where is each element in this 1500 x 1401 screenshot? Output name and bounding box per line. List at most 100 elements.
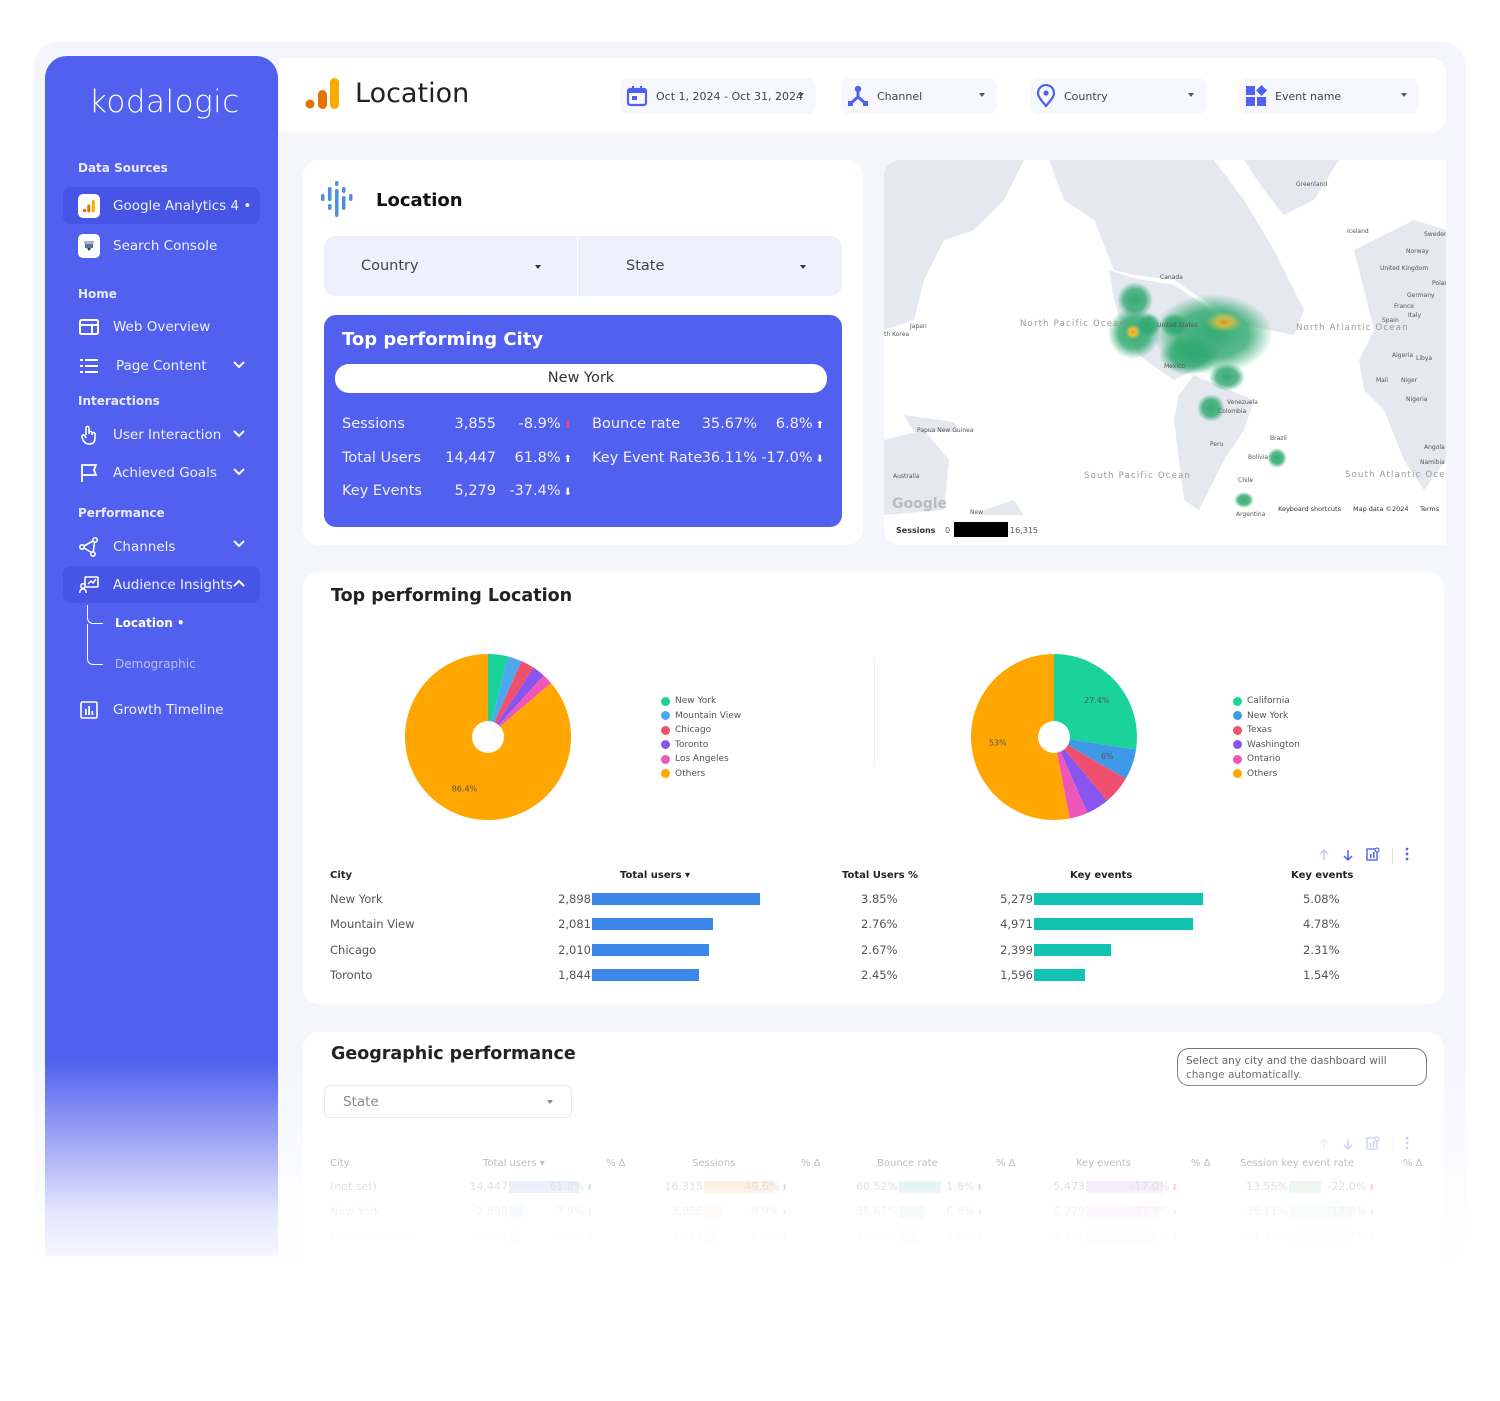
caret-down-icon [547, 1100, 553, 1104]
sidebar-subitem-demographic[interactable]: Demographic [115, 657, 196, 671]
chart-settings-icon[interactable] [1366, 846, 1380, 865]
chevron-down-icon[interactable] [232, 426, 246, 440]
table-header[interactable]: % Δ [1403, 1158, 1423, 1169]
arrow-up-icon: ⬆ [976, 1233, 983, 1242]
world-map[interactable]: Greenland Iceland Sweden Norway United Kingd… [884, 160, 1446, 545]
delta-value: -17.0% [761, 449, 813, 466]
users-bar [592, 943, 709, 956]
table-cell-city[interactable]: Mountain View [330, 917, 415, 931]
state-dropdown[interactable]: State [577, 236, 842, 296]
sidebar-item-label: Growth Timeline [113, 701, 224, 718]
map-label: Bolivia [1248, 454, 1268, 461]
delta-value: 6.8% [775, 416, 813, 432]
table-header[interactable]: % Δ [996, 1158, 1016, 1169]
sidebar-item-page-content[interactable]: Page Content [63, 347, 260, 384]
table-cell-city[interactable]: Chicago [330, 943, 376, 957]
legend-item[interactable]: Los Angeles [661, 752, 741, 767]
sidebar-item-channels[interactable]: Channels [63, 528, 260, 565]
legend-item[interactable]: Others [1233, 767, 1300, 782]
legend-item[interactable]: Chicago [661, 723, 741, 738]
table-header[interactable]: Total users ▾ [620, 870, 690, 881]
metric-label: Sessions [342, 416, 405, 432]
audience-chart-icon [78, 574, 100, 596]
legend-swatch [661, 696, 670, 706]
sort-descending-icon[interactable] [1342, 846, 1354, 865]
sidebar-item-search-console[interactable]: Search Console [63, 227, 260, 264]
event-name-filter[interactable]: Event name [1239, 78, 1419, 114]
google-watermark: Google [892, 496, 947, 512]
table-cell-value: 36.11% [1246, 1205, 1288, 1218]
table-bar [509, 1231, 519, 1243]
metric-value: 35.67% [701, 416, 757, 432]
table-header[interactable]: Total Users % [842, 870, 918, 881]
table-header[interactable]: % Δ [606, 1158, 626, 1169]
table-cell-delta: 49.6% ⬆ [733, 1180, 788, 1193]
legend-item[interactable]: New York [1233, 709, 1300, 724]
legend-item[interactable]: Ontario [1233, 752, 1300, 767]
sort-ascending-icon[interactable] [1318, 846, 1330, 865]
legend-item[interactable]: New York [661, 694, 741, 709]
sidebar-item-web-overview[interactable]: Web Overview [63, 308, 260, 345]
legend-item[interactable]: California [1233, 694, 1300, 709]
sort-ascending-icon[interactable] [1318, 1135, 1330, 1154]
legend-item[interactable]: Washington [1233, 738, 1300, 753]
map-label: United Kingdom [1380, 265, 1428, 272]
table-header[interactable]: Key events [1070, 870, 1132, 881]
delta-value: -5.0% [552, 1230, 585, 1243]
section-label-data-sources: Data Sources [78, 161, 168, 175]
sort-descending-icon[interactable] [1342, 1135, 1354, 1154]
table-cell-city[interactable]: (not set) [330, 1180, 377, 1193]
table-header[interactable]: Key events [1291, 870, 1353, 881]
table-cell-city[interactable]: New York [330, 1205, 380, 1218]
geo-heatmap[interactable]: Greenland Iceland Sweden Norway United Kingd… [884, 160, 1446, 545]
map-legend-label: Sessions [896, 526, 936, 535]
sidebar-item-google-analytics[interactable]: Google Analytics 4 • [63, 187, 260, 224]
state-pie-chart: 27.4% 6% 53% [971, 654, 1137, 820]
country-dropdown[interactable]: Country [324, 236, 577, 296]
chevron-up-icon[interactable] [232, 576, 246, 590]
table-header[interactable]: % Δ [801, 1158, 821, 1169]
legend-swatch [1233, 769, 1242, 779]
legend-item[interactable]: Toronto [661, 738, 741, 753]
table-toolbar [1318, 846, 1409, 865]
card-title: Top performing Location [331, 586, 573, 606]
chevron-down-icon[interactable] [232, 464, 246, 478]
chevron-down-icon[interactable] [232, 357, 246, 371]
country-filter[interactable]: Country [1030, 78, 1206, 114]
legend-item[interactable]: Others [661, 767, 741, 782]
more-options-icon[interactable] [1405, 1135, 1409, 1154]
country-filter-label: Country [1064, 89, 1108, 103]
table-cell-city[interactable]: Toronto [330, 968, 372, 982]
legend-item[interactable]: Mountain View [661, 709, 741, 724]
delta-value: -17.0% [1327, 1205, 1367, 1218]
sidebar-item-growth-timeline[interactable]: Growth Timeline [63, 691, 260, 728]
arrow-up-icon: ⬆ [976, 1183, 983, 1192]
terms-link: Terms [1419, 505, 1440, 513]
sidebar-item-user-interaction[interactable]: User Interaction [63, 416, 260, 453]
more-options-icon[interactable] [1405, 846, 1409, 865]
legend-item[interactable]: Texas [1233, 723, 1300, 738]
table-cell-city[interactable]: New York [330, 892, 383, 906]
page-title: Location [355, 78, 470, 109]
table-header[interactable]: Sessions [692, 1158, 735, 1169]
sidebar-item-achieved-goals[interactable]: Achieved Goals [63, 454, 260, 491]
table-header[interactable]: City [330, 1158, 350, 1169]
channel-filter[interactable]: Channel [841, 78, 997, 114]
table-header[interactable]: Bounce rate [877, 1158, 938, 1169]
date-range-filter[interactable]: Oct 1, 2024 - Oct 31, 2024 [620, 78, 816, 114]
map-label: Namibia [1420, 459, 1445, 466]
table-cell-city[interactable]: Mountain View [330, 1230, 411, 1243]
table-header[interactable]: Total users ▾ [483, 1158, 545, 1169]
state-dropdown[interactable]: State [324, 1085, 572, 1118]
table-header[interactable]: Key events [1076, 1158, 1131, 1169]
table-header[interactable]: % Δ [1191, 1158, 1211, 1169]
arrow-down-icon: ⬇ [1171, 1208, 1178, 1217]
sidebar-item-audience-insights[interactable]: Audience Insights [63, 566, 260, 603]
table-header[interactable]: City [330, 870, 352, 881]
table-header[interactable]: Session key event rate [1240, 1158, 1354, 1169]
event-name-filter-label: Event name [1275, 89, 1342, 103]
chart-settings-icon[interactable] [1366, 1135, 1380, 1154]
chevron-down-icon[interactable] [232, 536, 246, 550]
sidebar-subitem-location[interactable]: Location • [115, 616, 185, 630]
metric-delta: 61.8% ⬆ [502, 450, 572, 466]
